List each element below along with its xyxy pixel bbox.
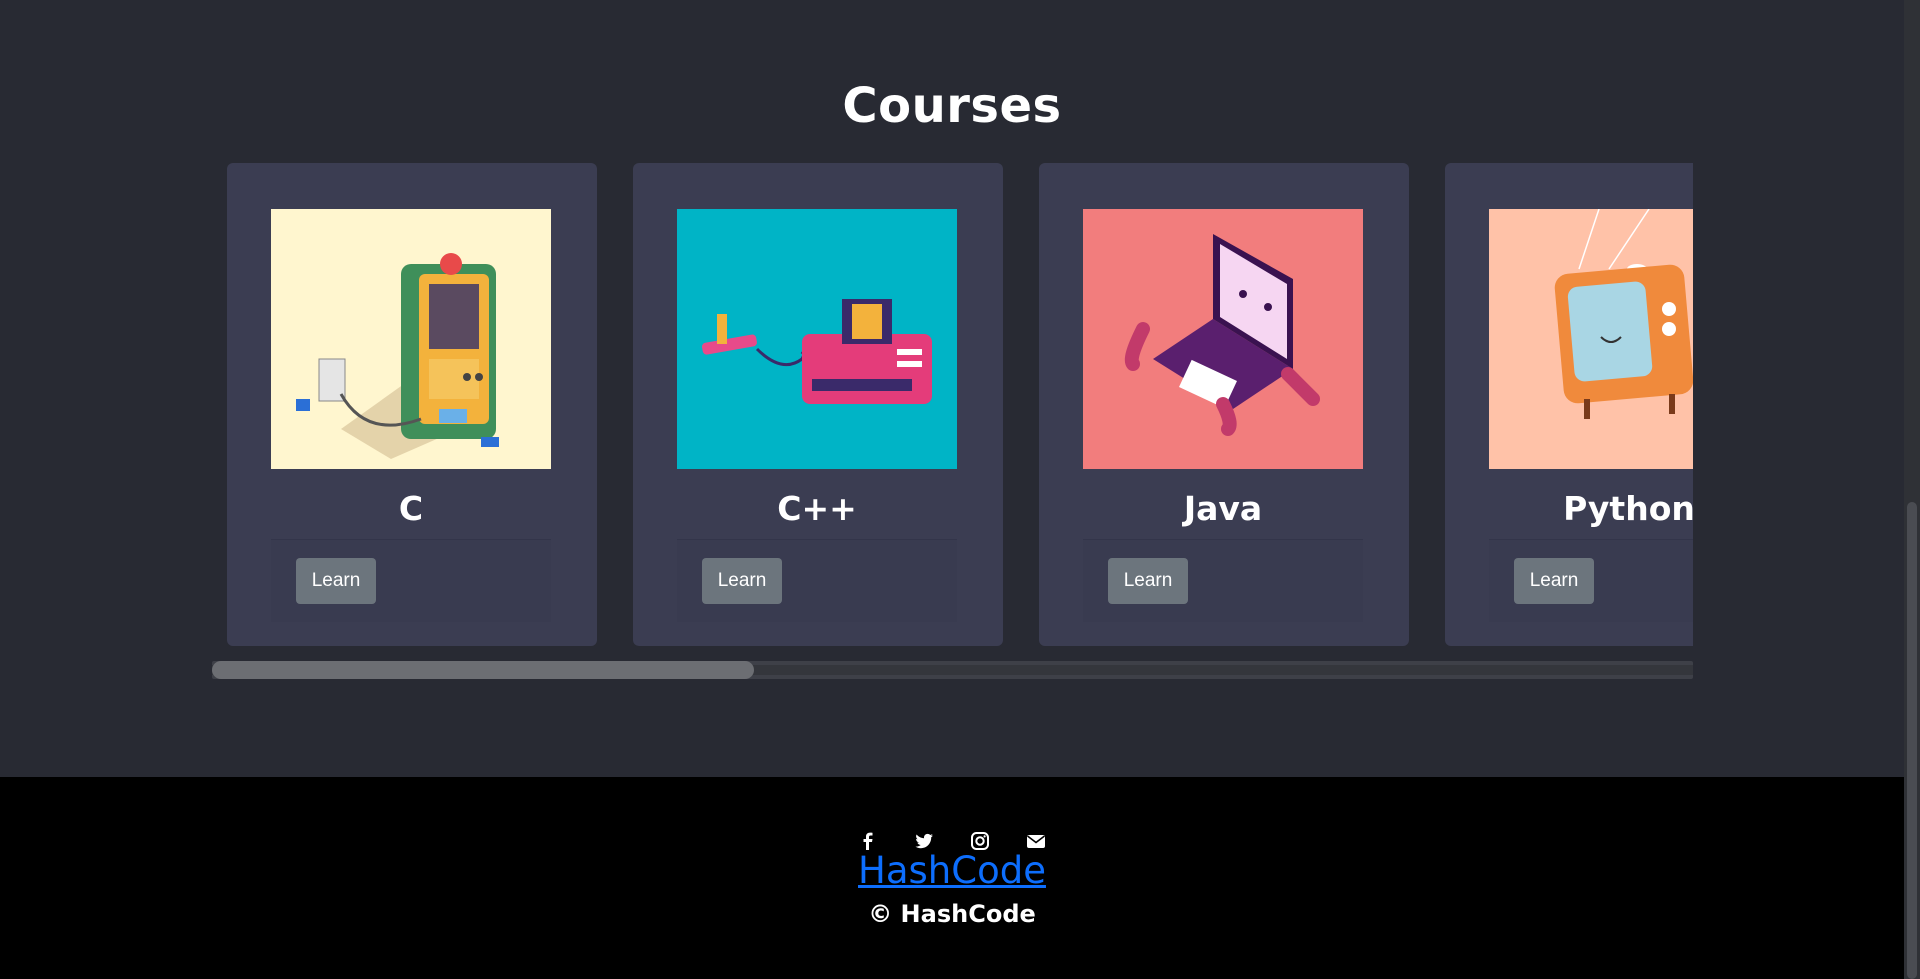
learn-button-c[interactable]: Learn [296,558,376,604]
card-footer: Learn [271,539,551,622]
facebook-icon[interactable] [858,831,878,851]
envelope-icon[interactable] [1026,831,1046,851]
card-footer: Learn [677,539,957,622]
page-scrollbar-thumb[interactable] [1907,502,1917,979]
course-card-python: Python Learn [1445,163,1693,646]
site-footer: HashCode © HashCode [0,777,1904,979]
twitter-icon[interactable] [914,831,934,851]
main-section: Courses C Learn C++ Learn Java Learn Pyt… [0,0,1904,777]
course-card-c: C Learn [227,163,597,646]
courses-carousel[interactable]: C Learn C++ Learn Java Learn Python Lear… [212,163,1693,646]
retro-tv-illustration-icon [1489,209,1693,469]
course-image-cpp [677,209,957,469]
copyright-text: © HashCode [868,900,1036,928]
page-scrollbar[interactable] [1904,0,1920,979]
course-title: Java [1183,489,1263,528]
course-title: C++ [777,489,857,528]
section-title: Courses [842,78,1062,134]
learn-button-cpp[interactable]: Learn [702,558,782,604]
course-image-python [1489,209,1693,469]
carousel-scrollbar[interactable] [212,661,1693,679]
course-title: C [398,489,424,528]
course-image-java [1083,209,1363,469]
learn-button-python[interactable]: Learn [1514,558,1594,604]
instagram-icon[interactable] [970,831,990,851]
course-card-java: Java Learn [1039,163,1409,646]
learn-button-java[interactable]: Learn [1108,558,1188,604]
course-title: Python [1563,489,1693,528]
social-links [0,831,1904,851]
course-card-cpp: C++ Learn [633,163,1003,646]
card-footer: Learn [1083,539,1363,622]
card-footer: Learn [1489,539,1693,622]
scrollbar-thumb[interactable] [212,661,754,679]
arcade-machine-illustration-icon [271,209,551,469]
brand-link[interactable]: HashCode [0,849,1904,892]
retro-game-console-illustration-icon [677,209,957,469]
course-image-c [271,209,551,469]
laptop-character-illustration-icon [1083,209,1363,469]
